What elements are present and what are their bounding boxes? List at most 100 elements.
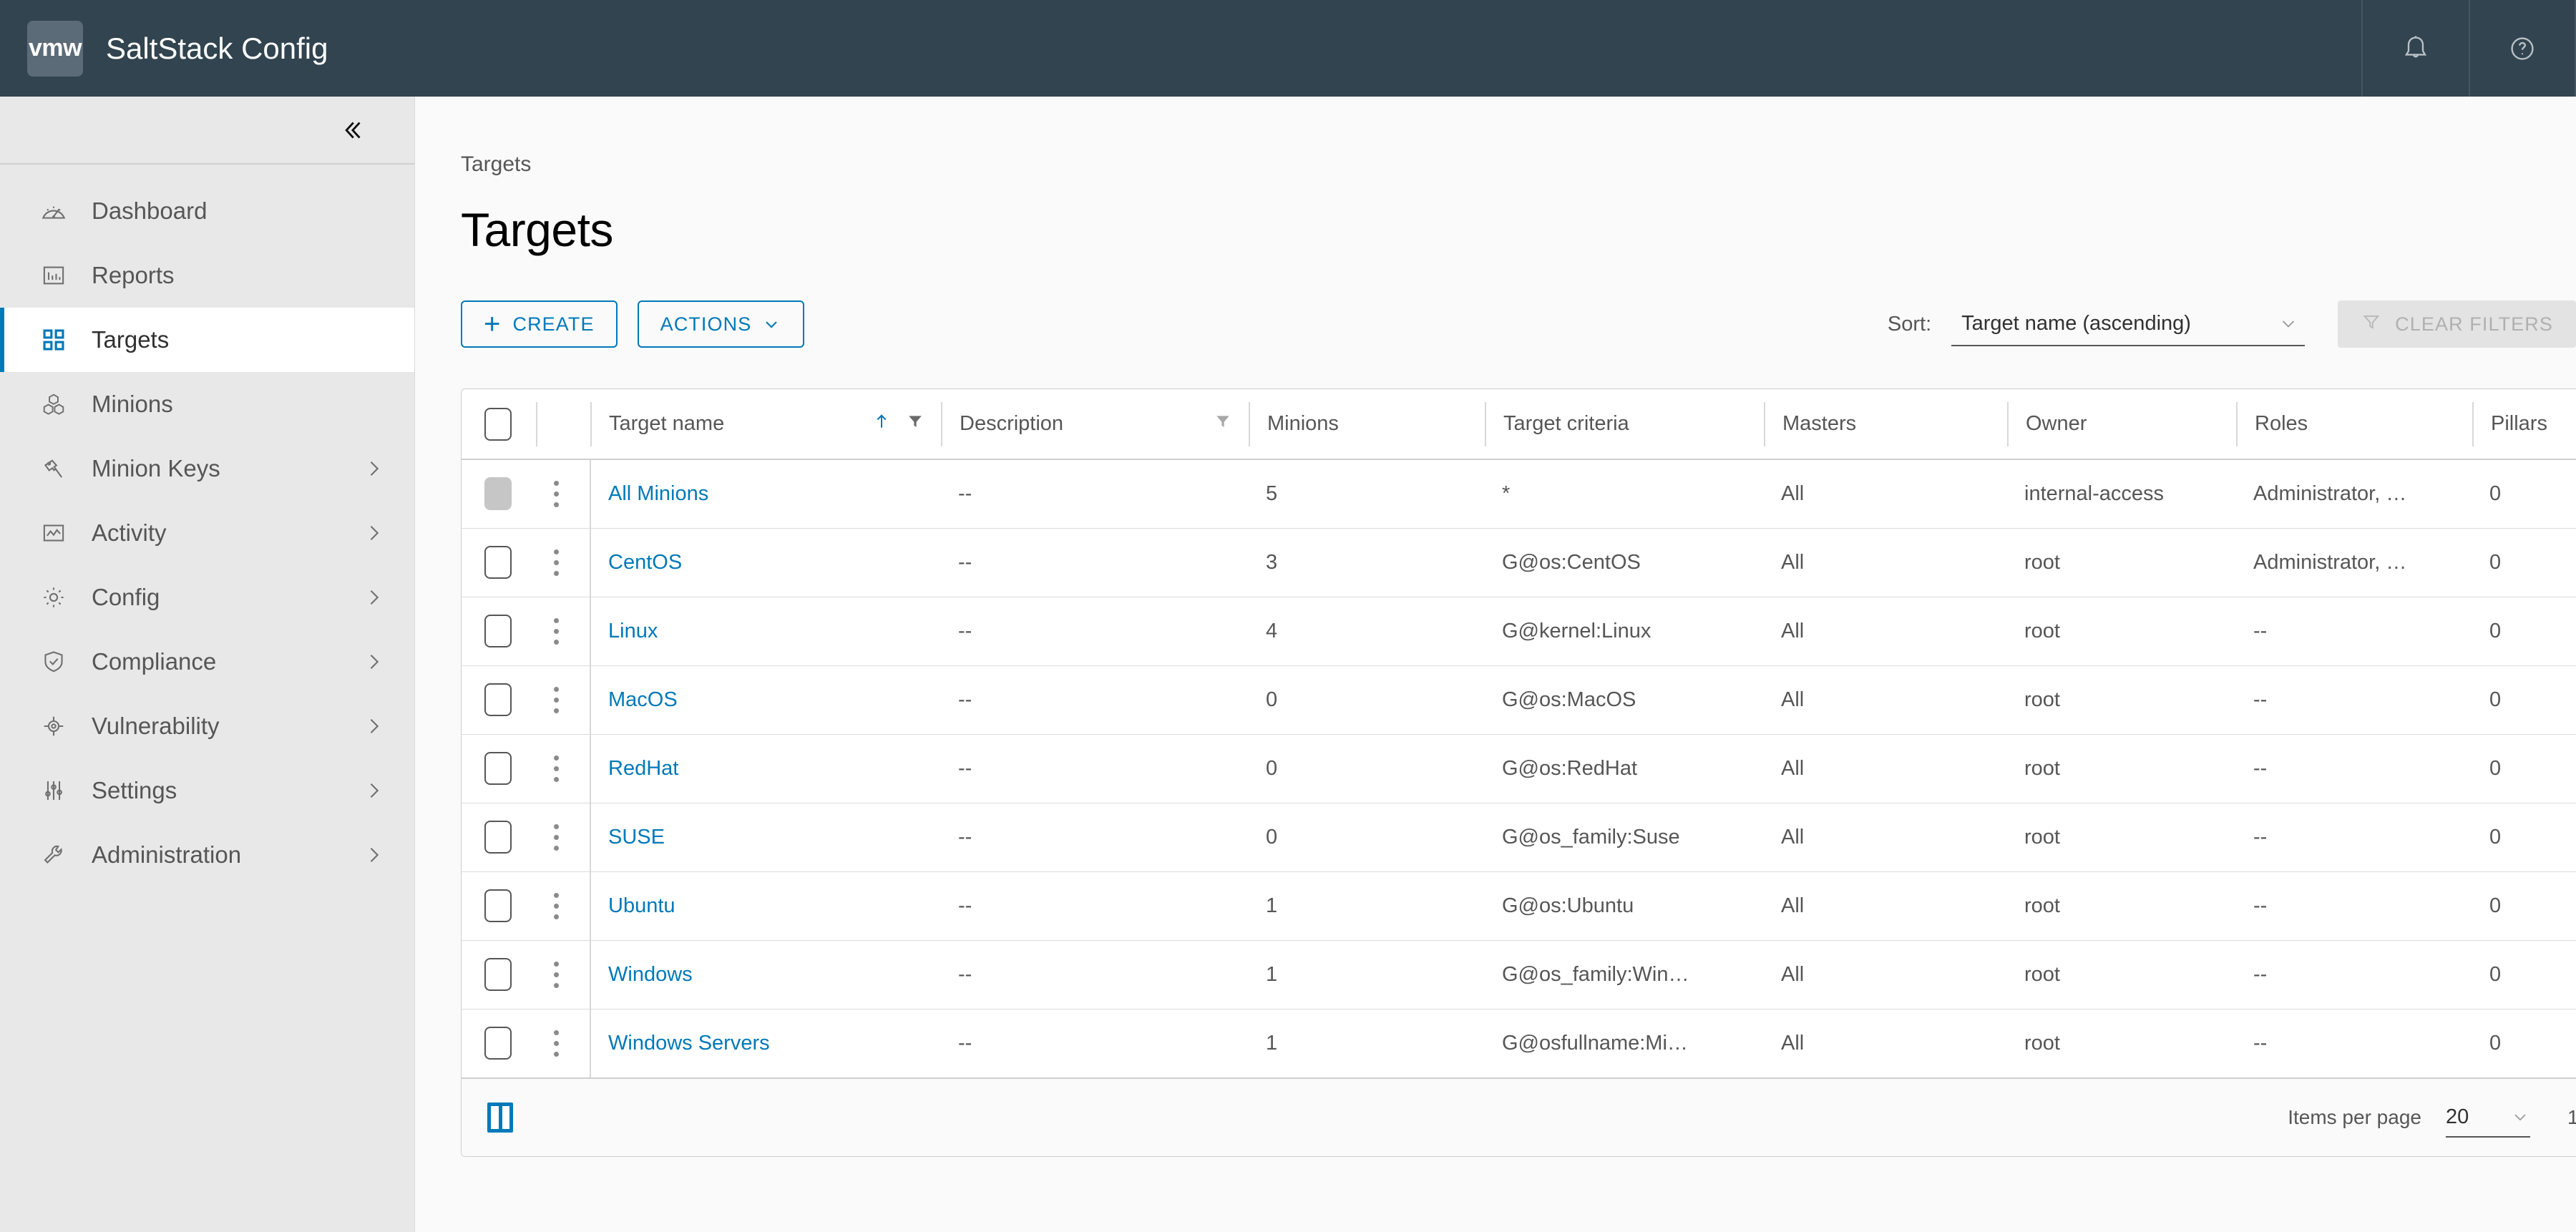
column-header-pillars[interactable]: Pillars <box>2472 389 2576 460</box>
row-menu-icon[interactable] <box>553 1030 559 1057</box>
page-title: Targets <box>461 203 613 256</box>
cell-minions: 4 <box>1249 597 1485 666</box>
cell-description: -- <box>941 871 1249 941</box>
row-menu-icon[interactable] <box>553 549 559 576</box>
target-name-link[interactable]: Windows <box>608 963 693 986</box>
row-checkbox[interactable] <box>484 1027 512 1060</box>
filter-icon[interactable] <box>905 411 925 437</box>
column-header-target-criteria[interactable]: Target criteria <box>1485 389 1764 460</box>
table-row[interactable]: Ubuntu -- 1 G@os:Ubuntu All root -- 0 <box>462 871 2576 941</box>
sidebar-item-label: Targets <box>92 326 170 353</box>
table-row[interactable]: CentOS -- 3 G@os:CentOS All root Administrator… <box>462 528 2576 597</box>
key-icon <box>37 452 70 485</box>
sidebar: Dashboard Reports Targets Minions Minion… <box>0 97 415 1232</box>
table-row[interactable]: Linux -- 4 G@kernel:Linux All root -- 0 <box>462 597 2576 666</box>
row-checkbox-cell <box>462 597 536 666</box>
row-checkbox[interactable] <box>484 477 512 511</box>
sort-label: Sort: <box>1887 312 1932 336</box>
row-checkbox[interactable] <box>484 615 512 647</box>
row-menu-icon[interactable] <box>553 892 559 919</box>
bell-icon[interactable] <box>2361 0 2469 97</box>
actions-button[interactable]: ACTIONS <box>637 300 805 348</box>
gear-icon <box>37 581 70 614</box>
row-checkbox[interactable] <box>484 958 512 991</box>
items-per-page-select[interactable]: 20 <box>2445 1097 2530 1138</box>
target-name-link[interactable]: Linux <box>608 620 658 642</box>
target-name-link[interactable]: All Minions <box>608 482 708 505</box>
sidebar-item-activity[interactable]: Activity <box>0 501 414 565</box>
column-header-roles[interactable]: Roles <box>2236 389 2472 460</box>
row-menu-icon[interactable] <box>553 480 559 507</box>
row-checkbox-cell <box>462 459 536 529</box>
app-title: SaltStack Config <box>106 31 328 65</box>
column-header-target-name[interactable]: Target name <box>590 389 941 460</box>
items-per-page-value: 20 <box>2445 1105 2469 1128</box>
column-header-masters[interactable]: Masters <box>1764 389 2007 460</box>
filter-icon[interactable] <box>1213 411 1233 437</box>
row-menu-icon[interactable] <box>553 823 559 851</box>
sidebar-item-minions[interactable]: Minions <box>0 372 414 436</box>
target-name-link[interactable]: Windows Servers <box>608 1032 770 1055</box>
create-button[interactable]: + CREATE <box>461 300 618 348</box>
target-name-link[interactable]: MacOS <box>608 688 678 711</box>
sidebar-item-administration[interactable]: Administration <box>0 823 414 887</box>
cell-masters: All <box>1764 940 2007 1009</box>
row-menu-cell <box>536 1009 590 1077</box>
sidebar-item-settings[interactable]: Settings <box>0 758 414 823</box>
breadcrumb[interactable]: Targets <box>461 97 2576 177</box>
table-row[interactable]: SUSE -- 0 G@os_family:Suse All root -- 0 <box>462 803 2576 872</box>
row-checkbox[interactable] <box>484 683 512 716</box>
sidebar-item-vulnerability[interactable]: Vulnerability <box>0 694 414 758</box>
table-row[interactable]: RedHat -- 0 G@os:RedHat All root -- 0 <box>462 734 2576 803</box>
cell-masters: All <box>1764 665 2007 735</box>
header-actions <box>2361 0 2576 97</box>
sort-ascending-icon[interactable] <box>871 411 892 438</box>
table-row[interactable]: MacOS -- 0 G@os:MacOS All root -- 0 <box>462 665 2576 735</box>
sidebar-collapse-button[interactable] <box>0 97 414 165</box>
cell-masters: All <box>1764 871 2007 941</box>
sidebar-item-compliance[interactable]: Compliance <box>0 630 414 694</box>
row-menu-cell <box>536 459 590 529</box>
table-row[interactable]: Windows -- 1 G@os_family:Win… All root -- 0 <box>462 940 2576 1009</box>
column-header-owner[interactable]: Owner <box>2007 389 2236 460</box>
row-menu-icon[interactable] <box>553 755 559 782</box>
cell-target-criteria: G@osfullname:Mi… <box>1502 1031 1688 1055</box>
column-header-description[interactable]: Description <box>941 389 1249 460</box>
toolbar: + CREATE ACTIONS Sort: Target name (asce… <box>461 298 2576 350</box>
cell-description: -- <box>941 597 1249 666</box>
cell-minions: 1 <box>1249 940 1485 1009</box>
sort-select[interactable]: Target name (ascending) <box>1951 302 2306 346</box>
row-checkbox-cell <box>462 803 536 872</box>
column-header-minions[interactable]: Minions <box>1249 389 1485 460</box>
sidebar-item-targets[interactable]: Targets <box>0 308 414 372</box>
chevron-down-icon <box>2510 1107 2530 1127</box>
cell-target-name: MacOS <box>590 665 941 735</box>
row-checkbox[interactable] <box>484 821 512 854</box>
sidebar-item-minion-keys[interactable]: Minion Keys <box>0 436 414 501</box>
target-name-link[interactable]: RedHat <box>608 757 678 780</box>
help-icon[interactable] <box>2469 0 2576 97</box>
column-layout-icon[interactable] <box>487 1103 513 1133</box>
row-menu-icon[interactable] <box>553 686 559 713</box>
select-all-checkbox[interactable] <box>484 407 512 441</box>
cell-pillars: 0 <box>2472 803 2576 872</box>
row-checkbox[interactable] <box>484 546 512 579</box>
table-row[interactable]: Windows Servers -- 1 G@osfullname:Mi… All roo… <box>462 1009 2576 1077</box>
target-name-link[interactable]: SUSE <box>608 826 665 849</box>
sidebar-item-reports[interactable]: Reports <box>0 243 414 308</box>
clear-filters-button[interactable]: CLEAR FILTERS <box>2338 300 2576 348</box>
cell-masters: All <box>1764 803 2007 872</box>
targets-table: Target name Description Minions Target c… <box>462 389 2576 1077</box>
cell-target-criteria: G@os:CentOS <box>1485 528 1764 597</box>
target-name-link[interactable]: CentOS <box>608 551 682 574</box>
row-checkbox-cell <box>462 871 536 941</box>
target-name-link[interactable]: Ubuntu <box>608 894 675 917</box>
sidebar-item-dashboard[interactable]: Dashboard <box>0 179 414 243</box>
row-checkbox[interactable] <box>484 752 512 785</box>
row-menu-icon[interactable] <box>553 617 559 645</box>
row-menu-icon[interactable] <box>553 961 559 988</box>
row-checkbox[interactable] <box>484 889 512 922</box>
sidebar-item-config[interactable]: Config <box>0 565 414 630</box>
table-header: Target name Description Minions Target c… <box>462 389 2576 460</box>
table-row[interactable]: All Minions -- 5 * All internal-access Adminis… <box>462 459 2576 529</box>
